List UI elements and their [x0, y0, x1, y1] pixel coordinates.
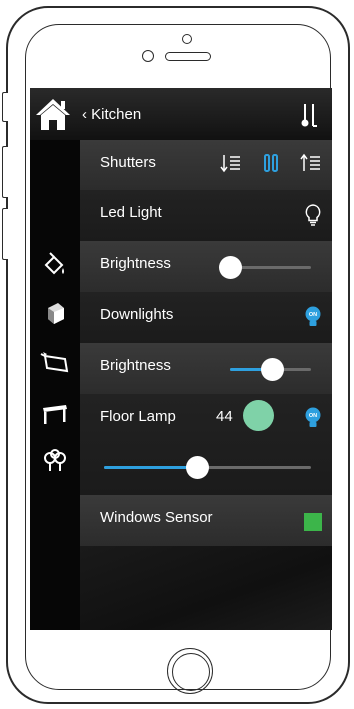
slider-fill [104, 466, 198, 469]
row-brightness-led: Brightness [80, 241, 332, 292]
sensor-status-indicator [304, 513, 322, 531]
device-list: Shutters Led Light Brightness Downlights… [80, 140, 332, 630]
row-shutters: Shutters [80, 140, 332, 190]
laptop-icon[interactable] [40, 350, 70, 376]
downlights-label: Downlights [100, 306, 174, 323]
brightness-label: Brightness [100, 357, 171, 374]
led-light-label: Led Light [100, 204, 162, 221]
home-button[interactable] [167, 648, 213, 694]
slider-knob[interactable] [185, 456, 209, 479]
volume-up-button [2, 146, 8, 198]
back-button[interactable]: ‹ Kitchen [82, 106, 141, 123]
pause-icon[interactable] [260, 152, 282, 174]
top-bar: ‹ Kitchen [30, 88, 332, 140]
color-picker-swatch[interactable] [243, 400, 274, 431]
windows-sensor-label: Windows Sensor [100, 509, 213, 526]
floor-lamp-slider[interactable] [104, 456, 311, 479]
row-brightness-downlights: Brightness [80, 343, 332, 394]
bulb-on-icon[interactable]: ON [304, 407, 322, 429]
paint-bucket-icon[interactable] [40, 252, 70, 278]
front-camera [182, 34, 192, 44]
volume-down-button [2, 208, 8, 260]
row-downlights[interactable]: Downlights ON [80, 292, 332, 343]
slider-knob[interactable] [218, 256, 242, 279]
app-screen: ‹ Kitchen Shutters Led Light Brightness … [30, 88, 332, 630]
shutters-label: Shutters [100, 154, 156, 171]
tree-icon[interactable] [40, 448, 70, 474]
proximity-sensor [142, 50, 154, 62]
earpiece-speaker [165, 52, 211, 61]
sidebar [30, 140, 80, 630]
brightness-label: Brightness [100, 255, 171, 272]
on-badge-text: ON [309, 413, 317, 419]
empty-area [80, 546, 332, 630]
sliders-icon[interactable] [298, 102, 320, 130]
mute-switch [2, 92, 8, 122]
page-title: Kitchen [91, 106, 142, 123]
shutter-down-icon[interactable] [220, 152, 242, 174]
floor-lamp-label: Floor Lamp [100, 408, 176, 425]
brightness-slider[interactable] [218, 256, 311, 279]
table-icon[interactable] [40, 400, 70, 426]
bulb-on-icon[interactable]: ON [304, 306, 322, 328]
row-windows-sensor: Windows Sensor [80, 495, 332, 546]
shutter-up-icon[interactable] [300, 152, 322, 174]
cube-icon[interactable] [40, 300, 70, 326]
row-led-light[interactable]: Led Light [80, 190, 332, 241]
slider-knob[interactable] [260, 358, 284, 381]
floor-lamp-value: 44 [216, 408, 233, 425]
on-badge-text: ON [309, 312, 317, 318]
home-icon[interactable] [34, 96, 72, 132]
chevron-left-icon: ‹ [82, 106, 87, 123]
bulb-off-icon[interactable] [303, 204, 323, 226]
brightness-slider[interactable] [230, 358, 311, 381]
row-floor-lamp[interactable]: Floor Lamp 44 ON [80, 394, 332, 495]
